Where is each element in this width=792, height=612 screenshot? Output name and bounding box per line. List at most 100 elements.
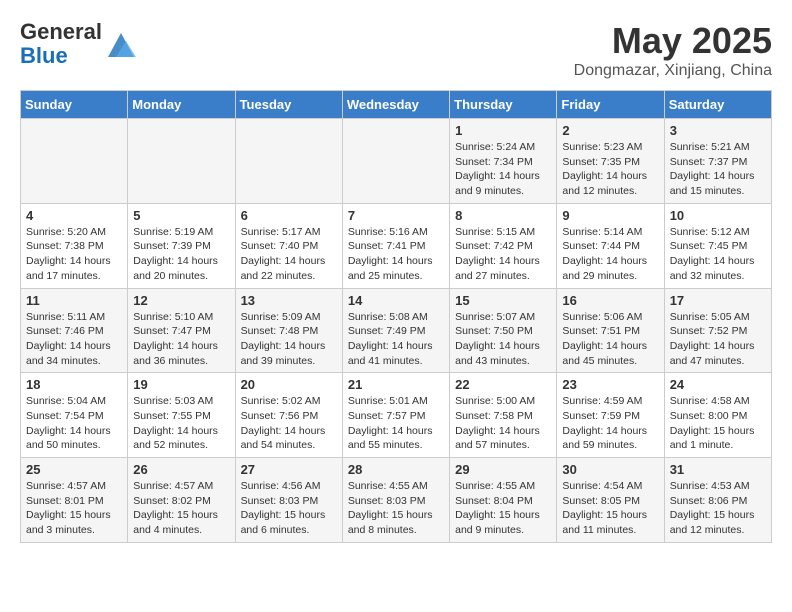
calendar-cell: 4 Sunrise: 5:20 AM Sunset: 7:38 PM Daylig… xyxy=(21,203,128,288)
day-info: Sunrise: 5:20 AM Sunset: 7:38 PM Dayligh… xyxy=(26,225,122,284)
day-number: 31 xyxy=(670,462,766,477)
day-number: 22 xyxy=(455,377,551,392)
logo-icon xyxy=(106,29,136,59)
day-of-week-header: Wednesday xyxy=(342,91,449,119)
day-info: Sunrise: 4:58 AM Sunset: 8:00 PM Dayligh… xyxy=(670,394,766,453)
day-of-week-header: Friday xyxy=(557,91,664,119)
day-of-week-header: Sunday xyxy=(21,91,128,119)
day-number: 5 xyxy=(133,208,229,223)
day-number: 21 xyxy=(348,377,444,392)
calendar-cell: 22Sunrise: 5:00 AM Sunset: 7:58 PM Dayli… xyxy=(450,373,557,458)
day-info: Sunrise: 5:08 AM Sunset: 7:49 PM Dayligh… xyxy=(348,310,444,369)
day-number: 23 xyxy=(562,377,658,392)
calendar-cell: 5 Sunrise: 5:19 AM Sunset: 7:39 PM Daylig… xyxy=(128,203,235,288)
day-number: 4 xyxy=(26,208,122,223)
day-info: Sunrise: 5:03 AM Sunset: 7:55 PM Dayligh… xyxy=(133,394,229,453)
calendar-cell: 8 Sunrise: 5:15 AM Sunset: 7:42 PM Daylig… xyxy=(450,203,557,288)
day-number: 12 xyxy=(133,293,229,308)
calendar-cell: 21 Sunrise: 5:01 AM Sunset: 7:57 PM Dayli… xyxy=(342,373,449,458)
calendar-cell: 14Sunrise: 5:08 AM Sunset: 7:49 PM Dayli… xyxy=(342,288,449,373)
calendar-cell: 12 Sunrise: 5:10 AM Sunset: 7:47 PM Dayli… xyxy=(128,288,235,373)
calendar-cell: 20 Sunrise: 5:02 AM Sunset: 7:56 PM Dayli… xyxy=(235,373,342,458)
day-info: Sunrise: 5:24 AM Sunset: 7:34 PM Dayligh… xyxy=(455,140,551,199)
day-of-week-header: Thursday xyxy=(450,91,557,119)
day-info: Sunrise: 4:53 AM Sunset: 8:06 PM Dayligh… xyxy=(670,479,766,538)
day-number: 27 xyxy=(241,462,337,477)
day-number: 8 xyxy=(455,208,551,223)
calendar-week-row: 11 Sunrise: 5:11 AM Sunset: 7:46 PM Dayli… xyxy=(21,288,772,373)
calendar-cell xyxy=(21,119,128,204)
calendar-table: SundayMondayTuesdayWednesdayThursdayFrid… xyxy=(20,90,772,543)
day-number: 2 xyxy=(562,123,658,138)
day-number: 20 xyxy=(241,377,337,392)
calendar-cell: 6Sunrise: 5:17 AM Sunset: 7:40 PM Daylig… xyxy=(235,203,342,288)
calendar-header-row: SundayMondayTuesdayWednesdayThursdayFrid… xyxy=(21,91,772,119)
calendar-cell: 24 Sunrise: 4:58 AM Sunset: 8:00 PM Dayli… xyxy=(664,373,771,458)
calendar-cell: 3 Sunrise: 5:21 AM Sunset: 7:37 PM Daylig… xyxy=(664,119,771,204)
logo: General Blue xyxy=(20,20,136,68)
day-info: Sunrise: 4:56 AM Sunset: 8:03 PM Dayligh… xyxy=(241,479,337,538)
day-number: 1 xyxy=(455,123,551,138)
day-info: Sunrise: 5:23 AM Sunset: 7:35 PM Dayligh… xyxy=(562,140,658,199)
day-number: 10 xyxy=(670,208,766,223)
day-number: 9 xyxy=(562,208,658,223)
calendar-cell: 16 Sunrise: 5:06 AM Sunset: 7:51 PM Dayli… xyxy=(557,288,664,373)
calendar-cell: 18Sunrise: 5:04 AM Sunset: 7:54 PM Dayli… xyxy=(21,373,128,458)
day-number: 16 xyxy=(562,293,658,308)
day-info: Sunrise: 4:57 AM Sunset: 8:02 PM Dayligh… xyxy=(133,479,229,538)
title-block: May 2025 Dongmazar, Xinjiang, China xyxy=(574,20,772,80)
day-info: Sunrise: 5:05 AM Sunset: 7:52 PM Dayligh… xyxy=(670,310,766,369)
logo-general: General xyxy=(20,20,102,44)
day-info: Sunrise: 4:55 AM Sunset: 8:03 PM Dayligh… xyxy=(348,479,444,538)
day-info: Sunrise: 5:11 AM Sunset: 7:46 PM Dayligh… xyxy=(26,310,122,369)
day-of-week-header: Monday xyxy=(128,91,235,119)
day-info: Sunrise: 4:55 AM Sunset: 8:04 PM Dayligh… xyxy=(455,479,551,538)
day-number: 25 xyxy=(26,462,122,477)
calendar-cell: 26 Sunrise: 4:57 AM Sunset: 8:02 PM Dayli… xyxy=(128,458,235,543)
month-year-title: May 2025 xyxy=(574,20,772,62)
calendar-cell: 29Sunrise: 4:55 AM Sunset: 8:04 PM Dayli… xyxy=(450,458,557,543)
day-info: Sunrise: 5:14 AM Sunset: 7:44 PM Dayligh… xyxy=(562,225,658,284)
day-number: 3 xyxy=(670,123,766,138)
calendar-week-row: 18Sunrise: 5:04 AM Sunset: 7:54 PM Dayli… xyxy=(21,373,772,458)
calendar-cell: 15Sunrise: 5:07 AM Sunset: 7:50 PM Dayli… xyxy=(450,288,557,373)
page-header: General Blue May 2025 Dongmazar, Xinjian… xyxy=(20,20,772,80)
location-subtitle: Dongmazar, Xinjiang, China xyxy=(574,62,772,80)
calendar-cell: 1 Sunrise: 5:24 AM Sunset: 7:34 PM Daylig… xyxy=(450,119,557,204)
calendar-cell: 10Sunrise: 5:12 AM Sunset: 7:45 PM Dayli… xyxy=(664,203,771,288)
calendar-cell: 17 Sunrise: 5:05 AM Sunset: 7:52 PM Dayli… xyxy=(664,288,771,373)
calendar-cell: 11 Sunrise: 5:11 AM Sunset: 7:46 PM Dayli… xyxy=(21,288,128,373)
calendar-cell: 7Sunrise: 5:16 AM Sunset: 7:41 PM Daylig… xyxy=(342,203,449,288)
calendar-cell: 23 Sunrise: 4:59 AM Sunset: 7:59 PM Dayli… xyxy=(557,373,664,458)
calendar-cell xyxy=(342,119,449,204)
logo-blue: Blue xyxy=(20,44,102,68)
day-info: Sunrise: 5:06 AM Sunset: 7:51 PM Dayligh… xyxy=(562,310,658,369)
day-number: 7 xyxy=(348,208,444,223)
day-info: Sunrise: 4:54 AM Sunset: 8:05 PM Dayligh… xyxy=(562,479,658,538)
day-info: Sunrise: 4:59 AM Sunset: 7:59 PM Dayligh… xyxy=(562,394,658,453)
calendar-cell: 25 Sunrise: 4:57 AM Sunset: 8:01 PM Dayli… xyxy=(21,458,128,543)
day-info: Sunrise: 5:15 AM Sunset: 7:42 PM Dayligh… xyxy=(455,225,551,284)
day-number: 30 xyxy=(562,462,658,477)
calendar-cell: 2 Sunrise: 5:23 AM Sunset: 7:35 PM Daylig… xyxy=(557,119,664,204)
day-info: Sunrise: 5:02 AM Sunset: 7:56 PM Dayligh… xyxy=(241,394,337,453)
day-number: 26 xyxy=(133,462,229,477)
day-info: Sunrise: 5:10 AM Sunset: 7:47 PM Dayligh… xyxy=(133,310,229,369)
calendar-week-row: 25 Sunrise: 4:57 AM Sunset: 8:01 PM Dayli… xyxy=(21,458,772,543)
day-info: Sunrise: 5:09 AM Sunset: 7:48 PM Dayligh… xyxy=(241,310,337,369)
day-number: 15 xyxy=(455,293,551,308)
day-number: 17 xyxy=(670,293,766,308)
day-number: 24 xyxy=(670,377,766,392)
day-number: 19 xyxy=(133,377,229,392)
day-of-week-header: Tuesday xyxy=(235,91,342,119)
day-info: Sunrise: 5:21 AM Sunset: 7:37 PM Dayligh… xyxy=(670,140,766,199)
day-number: 11 xyxy=(26,293,122,308)
day-info: Sunrise: 5:19 AM Sunset: 7:39 PM Dayligh… xyxy=(133,225,229,284)
day-number: 18 xyxy=(26,377,122,392)
calendar-cell: 28Sunrise: 4:55 AM Sunset: 8:03 PM Dayli… xyxy=(342,458,449,543)
day-info: Sunrise: 5:17 AM Sunset: 7:40 PM Dayligh… xyxy=(241,225,337,284)
day-info: Sunrise: 4:57 AM Sunset: 8:01 PM Dayligh… xyxy=(26,479,122,538)
day-info: Sunrise: 5:01 AM Sunset: 7:57 PM Dayligh… xyxy=(348,394,444,453)
calendar-cell: 30 Sunrise: 4:54 AM Sunset: 8:05 PM Dayli… xyxy=(557,458,664,543)
day-number: 13 xyxy=(241,293,337,308)
